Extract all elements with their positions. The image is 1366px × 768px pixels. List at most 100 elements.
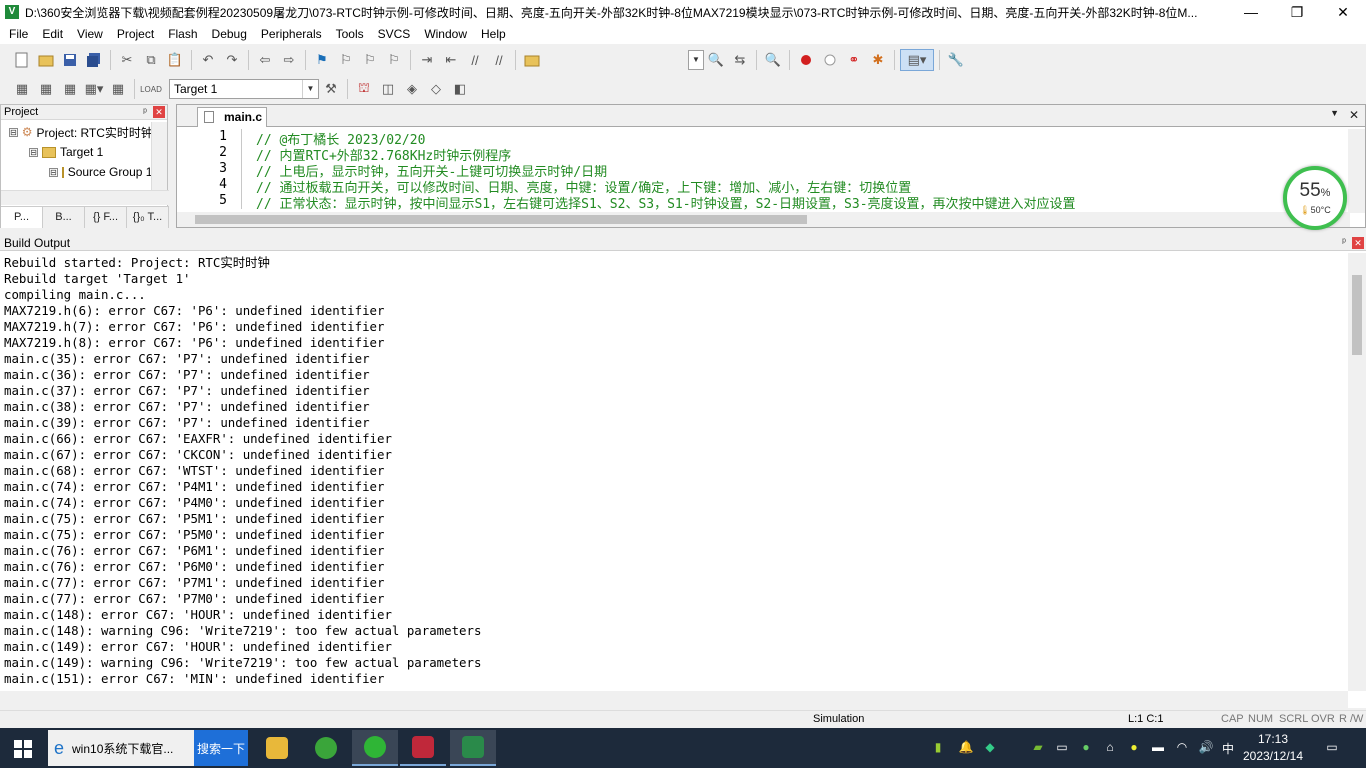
close-editor-icon[interactable]: ✕ xyxy=(1349,108,1359,122)
menu-view[interactable]: View xyxy=(70,24,110,44)
menu-flash[interactable]: Flash xyxy=(161,24,204,44)
open-folder-icon[interactable] xyxy=(35,49,57,71)
code-area[interactable]: 1 // @布丁橘长 2023/02/20 2 // 内置RTC+外部32.76… xyxy=(177,129,1347,213)
system-monitor-badge[interactable]: 55% 🌡50°C xyxy=(1283,166,1347,230)
build-icon[interactable]: ▦ xyxy=(35,78,57,100)
taskbar-360-browser[interactable] xyxy=(311,730,341,766)
ime-indicator[interactable]: 中 xyxy=(1220,740,1236,756)
chevron-down-icon[interactable]: ▼ xyxy=(302,80,318,98)
display-tray-icon[interactable]: ▭ xyxy=(1054,740,1070,756)
stop-build-icon[interactable]: ▦ xyxy=(107,78,129,100)
power-tray-icon[interactable]: ▬ xyxy=(1150,740,1166,756)
menu-file[interactable]: File xyxy=(2,24,35,44)
paste-icon[interactable]: 📋 xyxy=(164,49,186,71)
volume-icon[interactable]: 🔊 xyxy=(1198,740,1214,756)
windows-start-icon[interactable] xyxy=(14,740,32,758)
close-icon[interactable]: ✕ xyxy=(153,106,165,118)
build-output-text[interactable]: Rebuild started: Project: RTC实时时钟 Rebuild… xyxy=(0,253,1347,691)
manage-run-time-icon[interactable]: ◈ xyxy=(401,78,423,100)
scrollbar-thumb[interactable] xyxy=(195,215,807,224)
taskbar-browser-item[interactable]: e win10系统下载官... xyxy=(48,730,194,766)
tab-list-dropdown-icon[interactable]: ▼ xyxy=(1330,108,1339,118)
pin-icon[interactable]: ᵖ xyxy=(139,107,151,118)
menu-debug[interactable]: Debug xyxy=(205,24,254,44)
battery-tray-icon[interactable]: ▮ xyxy=(930,740,946,756)
clear-bookmarks-icon[interactable]: ⚐ xyxy=(383,49,405,71)
app-tray-icon[interactable]: ◆ xyxy=(982,740,998,756)
tab-functions[interactable]: {} F... xyxy=(85,207,127,228)
taskbar-wechat[interactable] xyxy=(352,730,398,766)
minimize-button[interactable]: — xyxy=(1228,0,1274,24)
navigate-forward-icon[interactable]: ⇨ xyxy=(278,49,300,71)
tab-books[interactable]: B... xyxy=(43,207,85,228)
find-in-files-icon[interactable] xyxy=(521,49,543,71)
save-icon[interactable] xyxy=(59,49,81,71)
uncomment-icon[interactable]: // xyxy=(488,49,510,71)
translate-icon[interactable]: ▦ xyxy=(11,78,33,100)
taskbar-clock[interactable]: 17:13 2023/12/14 xyxy=(1236,731,1310,765)
configure-icon[interactable]: 🔧 xyxy=(945,49,967,71)
app-status-tray-icon[interactable]: ● xyxy=(1126,740,1142,756)
project-vertical-scrollbar[interactable] xyxy=(151,122,167,190)
editor-horizontal-scrollbar[interactable] xyxy=(177,212,1350,227)
tree-item-source-group[interactable]: ⊟ Source Group 1 xyxy=(1,162,151,182)
tree-item-target[interactable]: ⊟ Target 1 xyxy=(1,142,151,162)
chevron-down-icon[interactable]: ▼ xyxy=(689,51,703,69)
debug-session-icon[interactable]: 🔍 xyxy=(762,49,784,71)
undo-icon[interactable]: ↶ xyxy=(197,49,219,71)
menu-edit[interactable]: Edit xyxy=(35,24,70,44)
scrollbar-thumb[interactable] xyxy=(1352,275,1362,355)
tab-main-c[interactable]: main.c xyxy=(197,107,267,127)
tree-item-project[interactable]: ⊟ ⚙ Project: RTC实时时钟 xyxy=(1,122,151,142)
usb-tray-icon[interactable]: ⌂ xyxy=(1102,740,1118,756)
target-select[interactable]: Target 1 ▼ xyxy=(169,79,319,99)
disable-breakpoint-icon[interactable] xyxy=(819,49,841,71)
notification-bell-icon[interactable]: 🔔 xyxy=(958,740,974,756)
breakpoint-icon[interactable] xyxy=(795,49,817,71)
pack-installer-icon[interactable]: ◇ xyxy=(425,78,447,100)
next-bookmark-icon[interactable]: ⚐ xyxy=(359,49,381,71)
taskbar-keil-uvision[interactable] xyxy=(450,730,496,766)
select-software-packs-icon[interactable]: ◫ xyxy=(377,78,399,100)
wechat-tray-icon[interactable]: ● xyxy=(1078,740,1094,756)
save-all-icon[interactable] xyxy=(83,49,105,71)
comment-icon[interactable]: // xyxy=(464,49,486,71)
taskbar-stc-isp[interactable] xyxy=(400,730,446,766)
navigate-back-icon[interactable]: ⇦ xyxy=(254,49,276,71)
unindent-icon[interactable]: ⇤ xyxy=(440,49,462,71)
maximize-button[interactable]: ❐ xyxy=(1274,0,1320,24)
collapse-icon[interactable]: ⊟ xyxy=(29,147,38,157)
window-layout-icon[interactable]: ▤▾ xyxy=(900,49,934,71)
taskbar-file-explorer[interactable] xyxy=(262,730,292,766)
rebuild-icon[interactable]: ▦ xyxy=(59,78,81,100)
nvidia-tray-icon[interactable]: ▰ xyxy=(1030,740,1046,756)
incremental-find-icon[interactable]: ⇆ xyxy=(729,49,751,71)
batch-build-icon[interactable]: ▦▾ xyxy=(83,78,105,100)
indent-icon[interactable]: ⇥ xyxy=(416,49,438,71)
target-options-icon[interactable]: ⚒ xyxy=(320,78,342,100)
disable-all-breakpoints-icon[interactable]: ✱ xyxy=(867,49,889,71)
output-horizontal-scrollbar[interactable] xyxy=(0,691,1348,708)
multi-project-icon[interactable]: ◧ xyxy=(449,78,471,100)
collapse-icon[interactable]: ⊟ xyxy=(9,127,18,137)
menu-help[interactable]: Help xyxy=(474,24,513,44)
previous-bookmark-icon[interactable]: ⚐ xyxy=(335,49,357,71)
menu-svcs[interactable]: SVCS xyxy=(371,24,418,44)
tab-templates[interactable]: {}₀ T... xyxy=(127,207,169,228)
taskbar-search-button[interactable]: 搜索一下 xyxy=(194,730,248,766)
menu-peripherals[interactable]: Peripherals xyxy=(254,24,329,44)
tab-project[interactable]: P... xyxy=(1,207,43,228)
download-icon[interactable]: LOAD xyxy=(140,78,162,100)
redo-icon[interactable]: ↷ xyxy=(221,49,243,71)
pin-icon[interactable]: ᵖ xyxy=(1338,237,1350,248)
close-icon[interactable]: ✕ xyxy=(1352,236,1364,249)
insert-bookmark-icon[interactable]: ⚑ xyxy=(311,49,333,71)
collapse-icon[interactable]: ⊟ xyxy=(49,167,58,177)
close-button[interactable]: ✕ xyxy=(1320,0,1366,24)
menu-project[interactable]: Project xyxy=(110,24,161,44)
find-icon[interactable]: 🔍 xyxy=(705,49,727,71)
find-combo[interactable]: ▼ xyxy=(688,50,704,70)
action-center-icon[interactable]: ▭ xyxy=(1324,740,1340,756)
editor-vertical-scrollbar[interactable] xyxy=(1348,129,1365,213)
cut-icon[interactable]: ✂ xyxy=(116,49,138,71)
